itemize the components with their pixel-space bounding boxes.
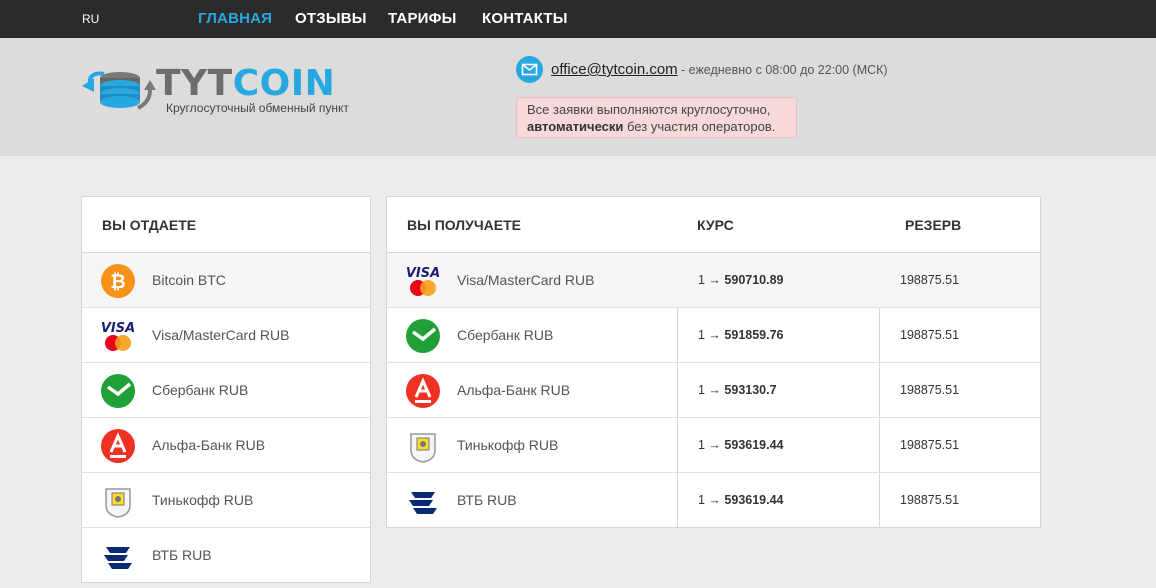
vtb-icon <box>405 483 441 519</box>
give-item-visa-mastercard[interactable]: VISA Visa/MasterCard RUB <box>82 308 370 363</box>
give-item-vtb[interactable]: ВТБ RUB <box>82 528 370 583</box>
visa-mastercard-icon: VISA <box>100 318 136 354</box>
give-title: ВЫ ОТДАЕТЕ <box>102 217 197 233</box>
receive-row-sberbank[interactable]: Сбербанк RUB 1 → 591859.76 198875.51 <box>387 308 1040 363</box>
bitcoin-icon: ₿ <box>100 263 136 299</box>
give-header: ВЫ ОТДАЕТЕ <box>82 197 370 253</box>
give-item-label: Сбербанк RUB <box>152 382 249 398</box>
sberbank-icon <box>100 373 136 409</box>
working-hours: - ежедневно с 08:00 до 22:00 (МСК) <box>681 63 888 77</box>
receive-row-tinkoff[interactable]: Тинькофф RUB 1 → 593619.44 198875.51 <box>387 418 1040 473</box>
rate-column-title: КУРС <box>697 217 734 233</box>
visa-mastercard-icon: VISA <box>405 263 441 299</box>
receive-row-label: ВТБ RUB <box>457 492 517 508</box>
receive-row-label: Тинькофф RUB <box>457 437 559 453</box>
tinkoff-icon <box>405 428 441 464</box>
auto-processing-notice: Все заявки выполняются круглосуточно, ав… <box>516 97 797 138</box>
receive-row-label: Visa/MasterCard RUB <box>457 272 595 288</box>
reserve-amount: 198875.51 <box>900 493 960 507</box>
receive-row-vtb[interactable]: ВТБ RUB 1 → 593619.44 198875.51 <box>387 473 1040 528</box>
give-item-label: Альфа-Банк RUB <box>152 437 266 453</box>
exchange-rate: 1 → 590710.89 <box>698 273 784 287</box>
give-item-alfabank[interactable]: Альфа-Банк RUB <box>82 418 370 473</box>
reserve-column-title: РЕЗЕРВ <box>905 217 962 233</box>
nav-home[interactable]: ГЛАВНАЯ <box>198 10 272 27</box>
svg-text:VISA: VISA <box>101 321 135 336</box>
svg-text:VISA: VISA <box>406 266 440 281</box>
nav-tariffs[interactable]: ТАРИФЫ <box>388 10 457 27</box>
give-item-label: Тинькофф RUB <box>152 492 254 508</box>
exchange-rate: 1 → 593130.7 <box>698 383 777 397</box>
email-link[interactable]: office@tytcoin.com <box>551 61 678 78</box>
receive-row-alfabank[interactable]: Альфа-Банк RUB 1 → 593130.7 198875.51 <box>387 363 1040 418</box>
site-header: TYTCOIN Круглосуточный обменный пункт of… <box>0 38 1156 156</box>
language-selector[interactable]: RU <box>82 12 99 26</box>
receive-currency-panel: ВЫ ПОЛУЧАЕТЕ КУРС РЕЗЕРВ VISA Visa/Maste… <box>386 196 1041 528</box>
logo-wordmark: TYTCOIN <box>156 63 336 104</box>
site-logo[interactable]: TYTCOIN Круглосуточный обменный пункт <box>80 64 370 124</box>
exchange-rate: 1 → 593619.44 <box>698 493 784 507</box>
sberbank-icon <box>405 318 441 354</box>
nav-reviews[interactable]: ОТЗЫВЫ <box>295 10 367 27</box>
vtb-icon <box>100 538 136 574</box>
reserve-amount: 198875.51 <box>900 328 960 342</box>
receive-row-label: Альфа-Банк RUB <box>457 382 571 398</box>
give-item-tinkoff[interactable]: Тинькофф RUB <box>82 473 370 528</box>
receive-header: ВЫ ПОЛУЧАЕТЕ КУРС РЕЗЕРВ <box>387 197 1040 253</box>
tinkoff-icon <box>100 483 136 519</box>
reserve-amount: 198875.51 <box>900 273 960 287</box>
coin-stack-icon <box>82 71 156 110</box>
nav-contacts[interactable]: КОНТАКТЫ <box>482 10 568 27</box>
give-item-label: Visa/MasterCard RUB <box>152 327 290 343</box>
give-item-bitcoin[interactable]: ₿ Bitcoin BTC <box>82 253 370 308</box>
give-currency-panel: ВЫ ОТДАЕТЕ ₿ Bitcoin BTC VISA Visa/Maste… <box>81 196 371 583</box>
top-navbar: RU ГЛАВНАЯ ОТЗЫВЫ ТАРИФЫ КОНТАКТЫ <box>0 0 1156 38</box>
give-item-label: ВТБ RUB <box>152 547 212 563</box>
receive-row-label: Сбербанк RUB <box>457 327 554 343</box>
logo-subtitle: Круглосуточный обменный пункт <box>166 101 349 115</box>
reserve-amount: 198875.51 <box>900 438 960 452</box>
receive-title: ВЫ ПОЛУЧАЕТЕ <box>407 217 522 233</box>
exchange-rate: 1 → 591859.76 <box>698 328 784 342</box>
alfabank-icon <box>100 428 136 464</box>
svg-text:₿: ₿ <box>110 271 125 293</box>
give-item-sberbank[interactable]: Сбербанк RUB <box>82 363 370 418</box>
alfabank-icon <box>405 373 441 409</box>
reserve-amount: 198875.51 <box>900 383 960 397</box>
receive-row-visa-mastercard[interactable]: VISA Visa/MasterCard RUB 1 → 590710.89 1… <box>387 253 1040 308</box>
give-item-label: Bitcoin BTC <box>152 272 226 288</box>
exchange-rate: 1 → 593619.44 <box>698 438 784 452</box>
mail-icon <box>516 56 543 83</box>
